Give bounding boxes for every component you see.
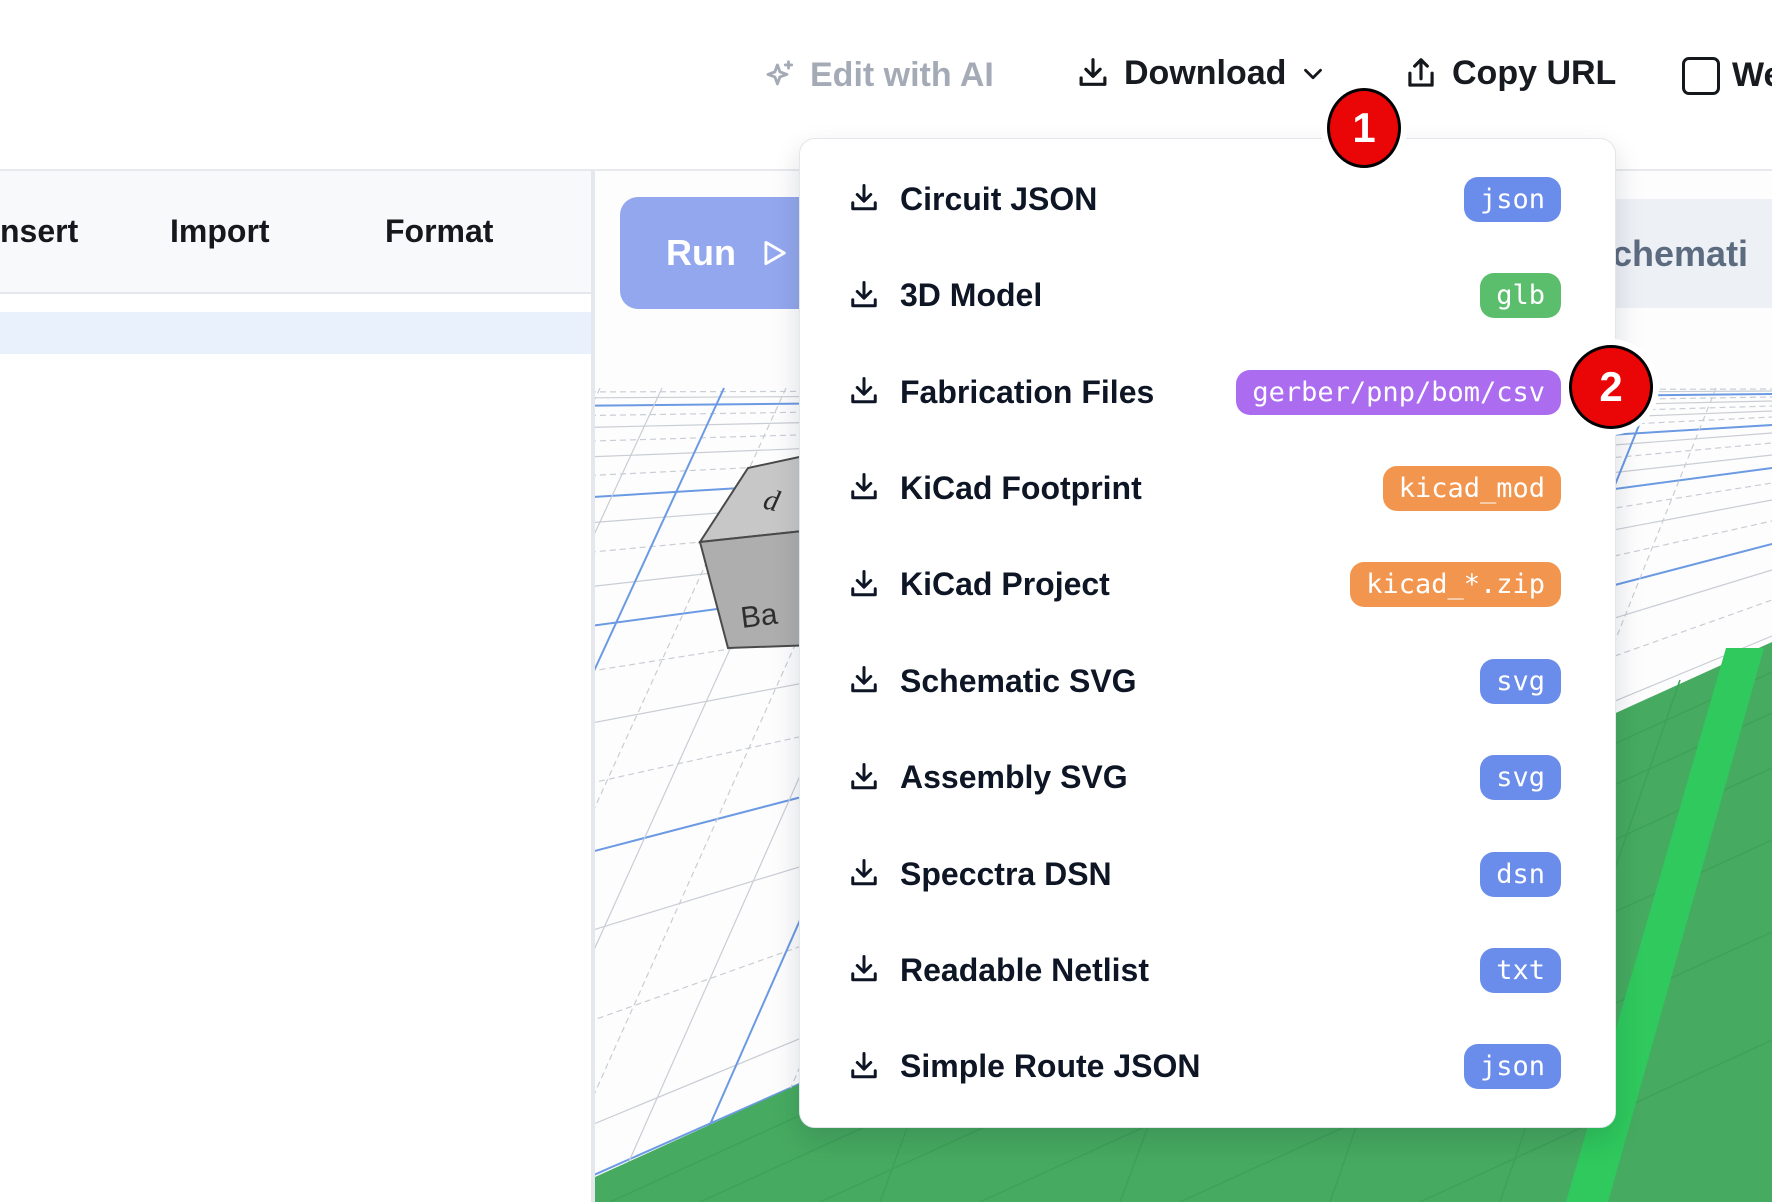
download-icon (846, 278, 882, 314)
menu-item-circuit-json[interactable]: Circuit JSON json (800, 151, 1615, 247)
file-format-badge: dsn (1480, 852, 1561, 897)
annotation-marker-2: 2 (1569, 345, 1653, 429)
menu-format[interactable]: Format (385, 170, 493, 292)
download-label: Download (1124, 54, 1286, 93)
chevron-down-icon (1298, 59, 1328, 89)
app-screen: d Ba nsert Import Format iall/ Run chema… (0, 0, 1772, 1202)
file-format-badge: txt (1480, 948, 1561, 993)
menu-item-label: KiCad Footprint (900, 470, 1383, 507)
menu-item-label: Schematic SVG (900, 663, 1480, 700)
code-editor-panel[interactable]: nsert Import Format iall/ (0, 170, 591, 1202)
file-format-badge: glb (1480, 273, 1561, 318)
menu-item-label: Fabrication Files (900, 374, 1236, 411)
copy-url-label: Copy URL (1452, 54, 1616, 93)
file-format-badge: json (1464, 177, 1561, 222)
menu-item-schematic-svg[interactable]: Schematic SVG svg (800, 633, 1615, 729)
menu-item-label: Simple Route JSON (900, 1048, 1464, 1085)
download-icon (846, 952, 882, 988)
download-icon (1074, 55, 1112, 93)
menu-insert[interactable]: nsert (0, 170, 78, 292)
download-icon (846, 181, 882, 217)
menu-item-label: KiCad Project (900, 566, 1350, 603)
edit-with-ai-label: Edit with AI (810, 56, 994, 95)
copy-url-button[interactable]: Copy URL (1402, 54, 1616, 93)
menu-item-fabrication-files[interactable]: Fabrication Files gerber/pnp/bom/csv (800, 344, 1615, 440)
file-format-badge: svg (1480, 659, 1561, 704)
play-icon (756, 236, 790, 270)
download-button[interactable]: Download (1074, 54, 1328, 93)
menu-item-kicad-project[interactable]: KiCad Project kicad_*.zip (800, 537, 1615, 633)
download-icon (846, 1049, 882, 1085)
download-icon (846, 856, 882, 892)
menu-item-label: Assembly SVG (900, 759, 1480, 796)
sparkle-icon (760, 57, 798, 95)
share-icon (1402, 55, 1440, 93)
menu-import[interactable]: Import (170, 170, 270, 292)
annotation-number: 2 (1599, 363, 1622, 411)
editor-highlighted-line[interactable] (0, 312, 591, 354)
download-icon (846, 374, 882, 410)
menu-item-readable-netlist[interactable]: Readable Netlist txt (800, 922, 1615, 1018)
annotation-number: 1 (1352, 104, 1375, 152)
menu-item-label: Readable Netlist (900, 952, 1480, 989)
menu-item-kicad-footprint[interactable]: KiCad Footprint kicad_mod (800, 440, 1615, 536)
file-format-badge: kicad_mod (1383, 466, 1561, 511)
menu-item-3d-model[interactable]: 3D Model glb (800, 247, 1615, 343)
download-icon (846, 663, 882, 699)
download-icon (846, 470, 882, 506)
file-format-badge: kicad_*.zip (1350, 562, 1561, 607)
run-button-label: Run (666, 232, 736, 274)
menu-item-label: 3D Model (900, 277, 1480, 314)
download-icon (846, 567, 882, 603)
clipped-code-line[interactable]: iall/ (4, 1183, 280, 1202)
menu-item-assembly-svg[interactable]: Assembly SVG svg (800, 729, 1615, 825)
web-checkbox-item[interactable]: We (1682, 56, 1772, 95)
edit-with-ai-button[interactable]: Edit with AI (760, 56, 994, 95)
editor-menubar: nsert Import Format (0, 170, 591, 294)
panel-divider[interactable] (591, 170, 595, 1202)
web-checkbox[interactable] (1682, 57, 1720, 95)
file-format-badge: json (1464, 1044, 1561, 1089)
annotation-marker-1: 1 (1327, 88, 1401, 168)
menu-item-simple-route-json[interactable]: Simple Route JSON json (800, 1019, 1615, 1115)
file-format-badge: gerber/pnp/bom/csv (1236, 370, 1561, 415)
file-format-badge: svg (1480, 755, 1561, 800)
download-dropdown-menu: Circuit JSON json 3D Model glb Fabricati… (799, 138, 1616, 1128)
web-checkbox-label: We (1732, 56, 1772, 95)
menu-item-label: Specctra DSN (900, 856, 1480, 893)
menu-item-label: Circuit JSON (900, 181, 1464, 218)
download-icon (846, 760, 882, 796)
menu-item-specctra-dsn[interactable]: Specctra DSN dsn (800, 826, 1615, 922)
